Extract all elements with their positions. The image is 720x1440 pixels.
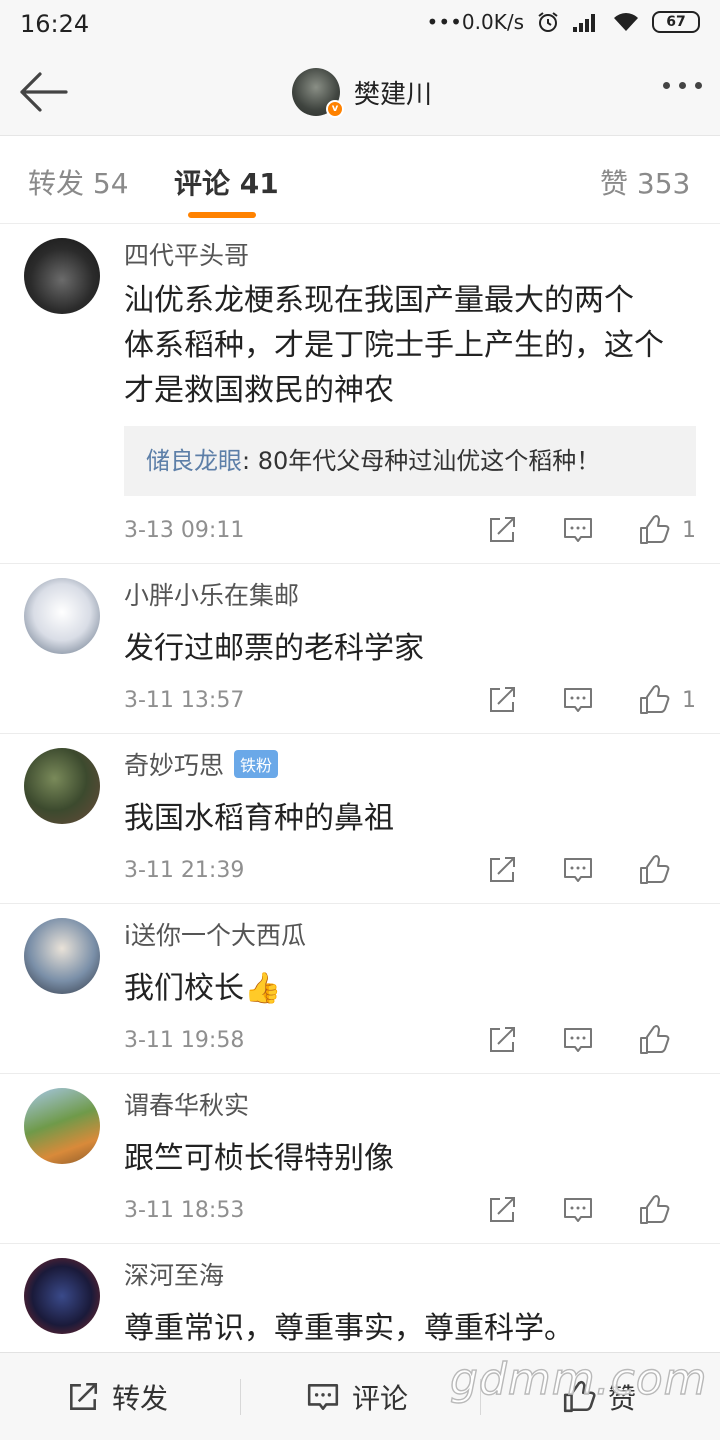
share-icon[interactable] (486, 1024, 518, 1056)
comment-text: 我国水稻育种的鼻祖 (124, 801, 394, 836)
comment-text: 汕优系龙梗系现在我国产量最大的两个 体系稻种，才是丁院士手上产生的，这个 才是救… (124, 283, 664, 408)
like-icon[interactable] (638, 1024, 670, 1056)
wifi-icon (614, 13, 638, 31)
avatar[interactable] (24, 918, 100, 994)
active-tab-indicator (188, 212, 256, 218)
status-time: 16:24 (20, 10, 90, 38)
comment-text: 我们校长👍 (124, 971, 282, 1006)
share-icon[interactable] (486, 854, 518, 886)
tab-repost[interactable]: 转发 54 (28, 162, 129, 202)
avatar[interactable] (24, 1258, 100, 1334)
network-speed: •••0.0K/s (426, 10, 524, 34)
comment-item: 谓春华秋实 跟竺可桢长得特别像 3-11 18:53 (0, 1074, 720, 1244)
tab-likes[interactable]: 赞 353 (600, 162, 690, 202)
like-count: 1 (682, 517, 696, 543)
share-icon[interactable] (486, 1194, 518, 1226)
status-bar: 16:24 •••0.0K/s 67 (0, 0, 720, 50)
comment-actions (486, 1194, 696, 1226)
comment-icon[interactable] (562, 684, 594, 716)
comment-icon[interactable] (562, 854, 594, 886)
comment-time: 3-11 13:57 (124, 688, 245, 713)
comment-item: 四代平头哥 汕优系龙梗系现在我国产量最大的两个 体系稻种，才是丁院士手上产生的，… (0, 224, 720, 564)
comment-button[interactable]: 评论 (306, 1377, 408, 1417)
repost-button[interactable]: 转发 (66, 1377, 168, 1417)
comment-username[interactable]: 谓春华秋实 (124, 1086, 249, 1122)
avatar[interactable] (24, 748, 100, 824)
like-icon[interactable] (638, 854, 670, 886)
watermark: gdmm.com (449, 1353, 708, 1405)
comment-text: 跟竺可桢长得特别像 (124, 1141, 394, 1176)
divider (240, 1379, 241, 1415)
tab-bar: 转发 54 评论 41 赞 353 (0, 136, 720, 224)
reply-box[interactable]: 储良龙眼: 80年代父母种过汕优这个稻种！ (124, 426, 696, 496)
share-icon[interactable] (486, 684, 518, 716)
comment-text: 发行过邮票的老科学家 (124, 631, 424, 666)
avatar[interactable] (24, 578, 100, 654)
comment-text: 尊重常识，尊重事实，尊重科学。 (124, 1311, 574, 1346)
back-arrow-icon[interactable] (18, 70, 70, 114)
comment-actions: 1 (486, 684, 696, 716)
comment-icon[interactable] (562, 1194, 594, 1226)
comment-username[interactable]: 深河至海 (124, 1256, 224, 1292)
comment-time: 3-13 09:11 (124, 518, 245, 543)
comment-item: 奇妙巧思 铁粉 我国水稻育种的鼻祖 3-11 21:39 (0, 734, 720, 904)
reply-username[interactable]: 储良龙眼 (146, 447, 242, 475)
alarm-icon (538, 12, 558, 32)
author-header[interactable]: v 樊建川 (292, 68, 432, 118)
share-icon[interactable] (486, 514, 518, 546)
like-icon[interactable] (638, 1194, 670, 1226)
more-icon[interactable] (663, 82, 702, 89)
comment-icon[interactable] (562, 514, 594, 546)
comment-username[interactable]: 奇妙巧思 铁粉 (124, 746, 279, 782)
comment-icon (307, 1384, 339, 1410)
like-icon[interactable] (638, 514, 670, 546)
comment-item: 小胖小乐在集邮 发行过邮票的老科学家 3-11 13:57 1 (0, 564, 720, 734)
like-icon[interactable] (638, 684, 670, 716)
comment-time: 3-11 19:58 (124, 1028, 245, 1053)
avatar[interactable] (24, 1088, 100, 1164)
comment-username[interactable]: 小胖小乐在集邮 (124, 576, 299, 612)
comment-actions: 1 (486, 514, 696, 546)
author-name[interactable]: 樊建川 (354, 74, 432, 111)
comment-actions (486, 1024, 696, 1056)
comment-username[interactable]: i送你一个大西瓜 (124, 916, 306, 952)
verified-icon: v (326, 100, 344, 118)
signal-icon (573, 14, 595, 32)
status-icons: •••0.0K/s 67 (427, 10, 700, 34)
fan-badge: 铁粉 (234, 750, 279, 778)
comment-item: i送你一个大西瓜 我们校长👍 3-11 19:58 (0, 904, 720, 1074)
comment-actions (486, 854, 696, 886)
like-count: 1 (682, 687, 696, 713)
tab-comments[interactable]: 评论 41 (174, 162, 279, 202)
share-icon (70, 1382, 98, 1410)
reply-text: : 80年代父母种过汕优这个稻种！ (242, 447, 601, 475)
avatar[interactable] (24, 238, 100, 314)
comment-time: 3-11 18:53 (124, 1198, 245, 1223)
author-avatar[interactable]: v (292, 68, 344, 118)
comment-item: 深河至海 尊重常识，尊重事实，尊重科学。 (0, 1244, 720, 1352)
comment-time: 3-11 21:39 (124, 858, 245, 883)
comment-username[interactable]: 四代平头哥 (124, 236, 249, 272)
comment-icon[interactable] (562, 1024, 594, 1056)
nav-bar: v 樊建川 (0, 50, 720, 136)
battery-indicator: 67 (652, 11, 700, 33)
